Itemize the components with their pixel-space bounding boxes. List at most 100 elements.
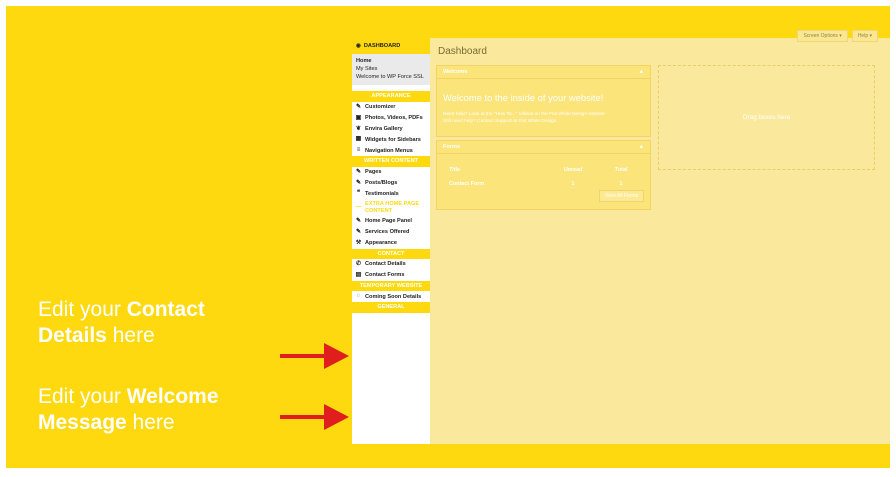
leaf-icon: ❦ [355, 125, 362, 132]
drag-boxes-area[interactable]: Drag boxes here [658, 65, 875, 170]
menu-envira-label: Envira Gallery [365, 125, 403, 132]
section-temporary-website: TEMPORARY WEBSITE [352, 281, 430, 292]
welcome-callout: Edit your Welcome Message here [38, 384, 219, 435]
submenu-my-sites[interactable]: My Sites [356, 65, 426, 73]
menu-widgets[interactable]: ▦ Widgets for Sidebars [352, 134, 430, 145]
menu-navigation[interactable]: ≡ Navigation Menus [352, 145, 430, 156]
media-icon: ▣ [355, 114, 362, 121]
menu-envira[interactable]: ❦ Envira Gallery [352, 124, 430, 135]
menu-coming-soon[interactable]: ◌ Coming Soon Details [352, 291, 430, 302]
submenu-home[interactable]: Home [356, 57, 426, 65]
welcome-widget-header[interactable]: Welcome ▲ [437, 66, 650, 79]
welcome-widget: Welcome ▲ Welcome to the inside of your … [436, 65, 651, 137]
menu-pages[interactable]: ✎ Pages [352, 167, 430, 178]
contact-callout-pre: Edit your [38, 298, 127, 321]
view-all-forms-button[interactable]: View All Forms [599, 190, 644, 202]
welcome-callout-post: here [126, 410, 175, 434]
arrow-welcome-icon [280, 404, 349, 430]
help-button[interactable]: Help ▾ [851, 30, 878, 42]
table-header: Title Unread Total [449, 163, 645, 177]
section-appearance: APPEARANCE [352, 91, 430, 102]
contact-callout-bold2: Details [38, 323, 107, 347]
wrench-icon: ⚒ [355, 239, 362, 246]
menu-customizer-label: Customizer [365, 103, 396, 110]
collapse-toggle-icon[interactable]: ▲ [638, 144, 644, 150]
brush-icon: ✎ [355, 103, 362, 110]
admin-main: Screen Options ▾ Help ▾ Dashboard Welcom… [430, 30, 890, 444]
pencil-icon: ✎ [355, 168, 362, 175]
menu-home-panel[interactable]: ✎ Home Page Panel [352, 216, 430, 227]
menu-extra-home[interactable]: — EXTRA HOME PAGE CONTENT [352, 199, 430, 216]
section-written-content: WRITTEN CONTENT [352, 156, 430, 167]
admin-sidebar: ◉ DASHBOARD Home My Sites Welcome to WP … [352, 38, 430, 444]
forms-widget-header[interactable]: Forms ▲ [437, 141, 650, 154]
welcome-callout-bold1: Welcome [126, 385, 219, 408]
menu-testimonials-label: Testimonials [365, 190, 399, 197]
quote-icon: ❝ [356, 190, 361, 197]
table-row: Contact Form 1 1 [449, 177, 645, 191]
spinner-icon: ◌ [356, 293, 361, 300]
form-title-link[interactable]: Contact Form [449, 181, 545, 187]
menu-contact-forms-label: Contact Forms [365, 272, 405, 279]
submenu-wp-force-ssl[interactable]: Welcome to WP Force SSL [356, 73, 426, 81]
col-total: Total [614, 167, 628, 173]
pencil-icon: ✎ [355, 179, 362, 186]
menu-lines-icon: ≡ [356, 147, 361, 154]
menu-dashboard-label: DASHBOARD [363, 43, 401, 49]
widgets-icon: ▦ [355, 136, 362, 143]
welcome-message: Welcome to the inside of your website! [443, 92, 604, 103]
menu-home-panel-label: Home Page Panel [365, 218, 412, 225]
page-title: Dashboard [438, 46, 487, 57]
contact-callout: Edit your Contact Details here [38, 297, 205, 348]
menu-navigation-label: Navigation Menus [365, 147, 413, 154]
menu-testimonials[interactable]: ❝ Testimonials [352, 188, 430, 199]
menu-appearance-label: Appearance [365, 240, 398, 247]
arrow-contact-icon [280, 343, 349, 369]
welcome-help-line-1: Need help? Look at the "How To..." Video… [443, 112, 606, 117]
menu-dashboard[interactable]: ◉ DASHBOARD [352, 38, 430, 54]
welcome-help-line-2: Still need help? Contact Support at Flat… [443, 118, 558, 124]
menu-coming-soon-label: Coming Soon Details [365, 293, 422, 300]
menu-contact-forms[interactable]: ▤ Contact Forms [352, 270, 430, 281]
drag-boxes-label: Drag boxes here [742, 114, 791, 121]
pencil-icon: ✎ [355, 229, 362, 236]
menu-widgets-label: Widgets for Sidebars [365, 136, 421, 143]
menu-contact-details-label: Contact Details [365, 261, 406, 268]
form-total-count: 1 [619, 181, 623, 187]
menu-extra-home-label: EXTRA HOME PAGE CONTENT [365, 201, 420, 214]
menu-posts-label: Posts/Blogs [365, 179, 398, 186]
section-contact: CONTACT [352, 248, 430, 260]
section-general: GENERAL [352, 302, 430, 313]
menu-photos-label: Photos, Videos, PDFs [365, 114, 423, 121]
welcome-help-text: Need help? Look at the "How To..." Video… [443, 112, 644, 126]
welcome-callout-bold2: Message [38, 410, 127, 434]
collapse-toggle-icon[interactable]: ▲ [638, 69, 644, 75]
menu-appearance[interactable]: ⚒ Appearance [352, 238, 430, 249]
col-title: Title [449, 167, 460, 173]
form-icon: ▤ [355, 272, 362, 279]
forms-widget: Forms ▲ Title Unread Total Contact Form … [436, 140, 651, 210]
menu-services-label: Services Offered [365, 229, 410, 236]
dashboard-icon: ◉ [356, 43, 361, 49]
menu-photos[interactable]: ▣ Photos, Videos, PDFs [352, 113, 430, 124]
contact-callout-post: here [106, 323, 155, 347]
menu-posts[interactable]: ✎ Posts/Blogs [352, 178, 430, 189]
dash-icon: — [355, 204, 362, 211]
menu-pages-label: Pages [365, 168, 382, 175]
menu-services[interactable]: ✎ Services Offered [352, 227, 430, 238]
form-unread-count[interactable]: 1 [545, 181, 601, 187]
screen-options-button[interactable]: Screen Options ▾ [797, 30, 848, 42]
welcome-callout-pre: Edit your [38, 385, 127, 408]
pencil-icon: ✎ [355, 218, 362, 225]
forms-table: Title Unread Total Contact Form 1 1 [449, 163, 645, 191]
dashboard-submenu: Home My Sites Welcome to WP Force SSL [352, 54, 430, 86]
welcome-widget-title: Welcome [443, 69, 468, 75]
top-buttons: Screen Options ▾ Help ▾ [797, 30, 878, 42]
forms-widget-title: Forms [443, 144, 461, 150]
contact-callout-bold1: Contact [126, 298, 205, 321]
menu-customizer[interactable]: ✎ Customizer [352, 102, 430, 113]
slide-background: Edit your Contact Details here Edit your… [6, 6, 890, 468]
phone-icon: ✆ [355, 261, 362, 268]
menu-contact-details[interactable]: ✆ Contact Details [352, 259, 430, 270]
col-unread: Unread [563, 167, 583, 173]
